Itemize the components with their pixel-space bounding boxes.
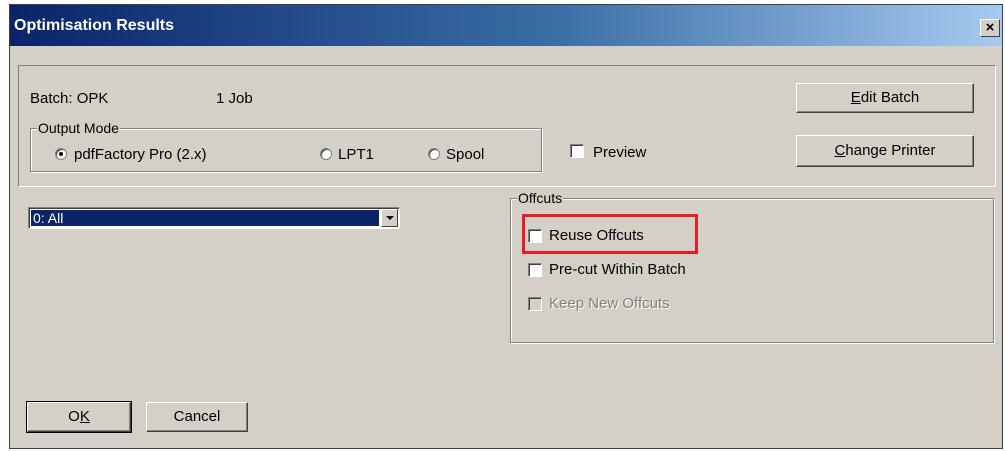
job-count: 1 Job (216, 90, 253, 107)
lpt1-radio[interactable] (320, 148, 332, 160)
batch-label: Batch: OPK (30, 90, 109, 107)
chevron-down-icon[interactable] (381, 209, 398, 227)
keep-new-offcuts-checkbox (528, 297, 542, 311)
close-icon: × (985, 19, 995, 36)
preview-label[interactable]: Preview (593, 144, 646, 161)
output-mode-legend: Output Mode (37, 120, 120, 136)
spool-label[interactable]: Spool (446, 146, 484, 163)
spool-radio[interactable] (428, 148, 440, 160)
batch-filter-value: 0: All (31, 210, 379, 226)
title-bar[interactable]: Optimisation Results × (10, 5, 1002, 46)
close-button[interactable]: × (980, 19, 1000, 37)
batch-filter-select[interactable]: 0: All (28, 207, 400, 229)
preview-checkbox[interactable] (570, 144, 584, 158)
lpt1-label[interactable]: LPT1 (338, 146, 374, 163)
keep-new-offcuts-label: Keep New Offcuts (549, 295, 670, 312)
reuse-offcuts-highlight (522, 214, 698, 254)
edit-batch-button[interactable]: Edit Batch (796, 83, 974, 113)
change-printer-button[interactable]: Change Printer (796, 135, 974, 167)
optimisation-results-dialog: Optimisation Results × Batch: OPK 1 Job … (9, 4, 1003, 449)
cancel-button[interactable]: Cancel (146, 402, 248, 432)
offcuts-legend: Offcuts (517, 190, 564, 206)
precut-within-batch-label[interactable]: Pre-cut Within Batch (549, 261, 686, 278)
pdffactory-label[interactable]: pdfFactory Pro (2.x) (74, 146, 207, 163)
window-title: Optimisation Results (14, 17, 175, 34)
precut-within-batch-checkbox[interactable] (528, 263, 542, 277)
pdffactory-radio[interactable] (55, 148, 67, 160)
ok-button[interactable]: OK (26, 401, 132, 433)
